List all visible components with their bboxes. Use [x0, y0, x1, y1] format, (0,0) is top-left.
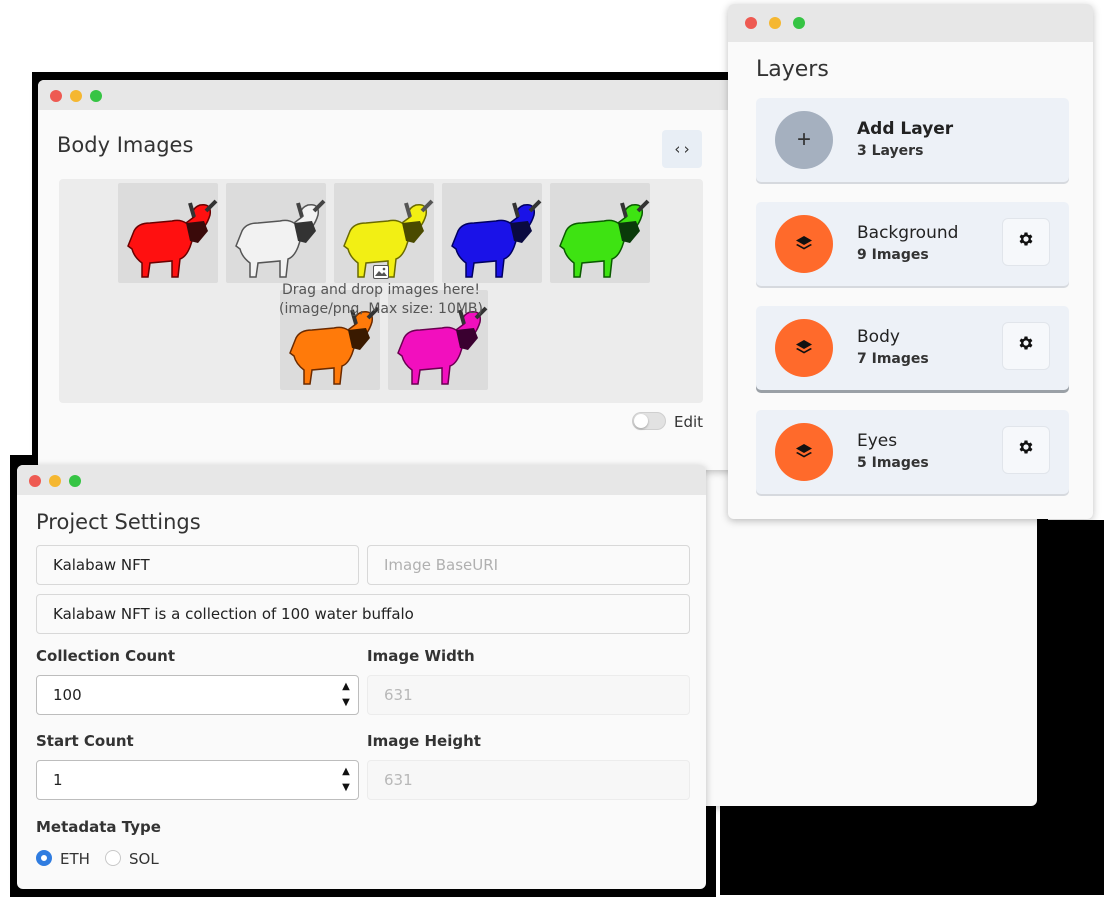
minimize-button[interactable] — [769, 17, 781, 29]
maximize-button[interactable] — [90, 90, 102, 102]
thumbnail-blue-buffalo[interactable] — [442, 183, 542, 283]
close-button[interactable] — [29, 475, 41, 487]
titlebar — [17, 465, 706, 495]
code-toggle-button[interactable]: ‹› — [662, 130, 702, 168]
layer-count: 3 Layers — [857, 143, 924, 159]
buffalo-image — [559, 199, 650, 278]
close-button[interactable] — [50, 90, 62, 102]
buffalo-image — [235, 199, 326, 278]
plus-icon: + — [775, 111, 833, 169]
maximize-button[interactable] — [793, 17, 805, 29]
gear-icon[interactable] — [1002, 218, 1050, 266]
project-settings-window: Project Settings Kalabaw NFT Image BaseU… — [17, 465, 706, 889]
collection-count-value: 100 — [53, 686, 82, 704]
increment-icon[interactable]: ▲ — [337, 679, 355, 695]
layer-image-count: 7 Images — [857, 351, 929, 367]
project-settings-title: Project Settings — [36, 510, 201, 534]
stepper-arrows[interactable]: ▲ ▼ — [337, 764, 355, 796]
decrement-icon[interactable]: ▼ — [337, 780, 355, 796]
radio-eth[interactable] — [36, 850, 52, 866]
image-width-input: 631 — [367, 675, 690, 715]
layer-image-count: 5 Images — [857, 455, 929, 471]
layers-icon — [775, 215, 833, 273]
metadata-type-label: Metadata Type — [36, 818, 161, 836]
layers-icon — [775, 423, 833, 481]
collection-count-label: Collection Count — [36, 647, 176, 665]
project-name-input[interactable]: Kalabaw NFT — [36, 545, 359, 585]
drop-format-hint: (image/png, Max size: 10MB) — [279, 301, 483, 317]
layers-title: Layers — [756, 57, 829, 82]
gear-icon[interactable] — [1002, 426, 1050, 474]
stepper-arrows[interactable]: ▲ ▼ — [337, 679, 355, 711]
titlebar — [38, 80, 738, 110]
add-layer-label: Add Layer — [857, 119, 954, 139]
body-images-window: Body Images ‹› Drag and drop images here… — [38, 80, 738, 470]
description-input[interactable]: Kalabaw NFT is a collection of 100 water… — [36, 594, 690, 634]
image-height-label: Image Height — [367, 732, 481, 750]
add-layer-card[interactable]: + Add Layer 3 Layers — [756, 98, 1069, 182]
start-count-stepper[interactable]: 1 ▲ ▼ — [36, 760, 359, 800]
minimize-button[interactable] — [70, 90, 82, 102]
start-count-label: Start Count — [36, 732, 134, 750]
thumbnail-green-buffalo[interactable] — [550, 183, 650, 283]
edit-label: Edit — [674, 413, 704, 431]
base-uri-input[interactable]: Image BaseURI — [367, 545, 690, 585]
layer-item-body[interactable]: Body 7 Images — [756, 306, 1069, 390]
layers-window: Layers + Add Layer 3 Layers Background 9… — [728, 4, 1093, 519]
minimize-button[interactable] — [49, 475, 61, 487]
layer-item-eyes[interactable]: Eyes 5 Images — [756, 410, 1069, 494]
buffalo-image — [451, 199, 542, 278]
buffalo-image — [127, 199, 218, 278]
layers-icon — [775, 319, 833, 377]
gear-icon[interactable] — [1002, 322, 1050, 370]
collection-count-stepper[interactable]: 100 ▲ ▼ — [36, 675, 359, 715]
radio-sol[interactable] — [105, 850, 121, 866]
thumbnail-red-buffalo[interactable] — [118, 183, 218, 283]
titlebar — [728, 4, 1093, 42]
increment-icon[interactable]: ▲ — [337, 764, 355, 780]
close-button[interactable] — [745, 17, 757, 29]
layer-item-background[interactable]: Background 9 Images — [756, 202, 1069, 286]
layer-image-count: 9 Images — [857, 247, 929, 263]
image-width-label: Image Width — [367, 647, 475, 665]
image-height-input: 631 — [367, 760, 690, 800]
body-images-title: Body Images — [57, 133, 194, 157]
radio-eth-label: ETH — [60, 850, 90, 868]
image-icon — [373, 265, 389, 279]
edit-toggle[interactable] — [632, 412, 666, 430]
maximize-button[interactable] — [69, 475, 81, 487]
thumbnail-white-buffalo[interactable] — [226, 183, 326, 283]
drop-instructions: Drag and drop images here! — [282, 282, 480, 298]
layer-name: Eyes — [857, 431, 898, 451]
radio-sol-label: SOL — [129, 850, 159, 868]
start-count-value: 1 — [53, 771, 63, 789]
image-drop-zone[interactable]: Drag and drop images here! (image/png, M… — [59, 179, 703, 403]
toggle-knob — [634, 414, 648, 428]
decrement-icon[interactable]: ▼ — [337, 695, 355, 711]
layer-name: Body — [857, 327, 900, 347]
layer-name: Background — [857, 223, 959, 243]
